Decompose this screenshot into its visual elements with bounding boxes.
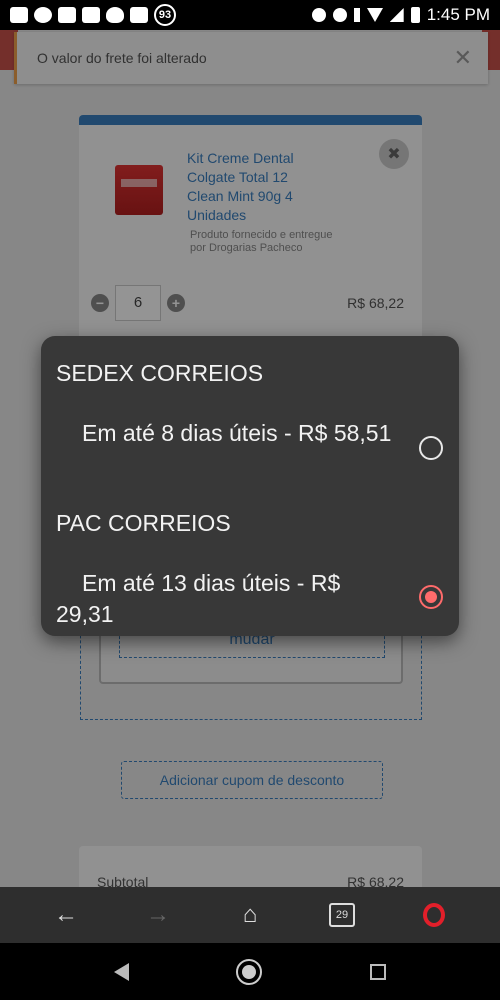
alarm-icon: [332, 8, 347, 22]
sedex-radio[interactable]: [419, 436, 443, 460]
news-icon: [58, 7, 76, 23]
usb-icon: [82, 7, 100, 23]
pac-radio-selected[interactable]: [419, 585, 443, 609]
sedex-option-label[interactable]: Em até 8 dias úteis - R$ 58,51: [56, 418, 396, 449]
nav-recent-apps-icon[interactable]: [370, 963, 387, 980]
shipping-options-dialog: SEDEX CORREIOS Em até 8 dias úteis - R$ …: [41, 336, 459, 636]
image-icon: [130, 7, 148, 23]
data-transfer-icon: [353, 8, 360, 22]
opera-menu-button[interactable]: [414, 895, 454, 935]
forward-arrow-icon[interactable]: →: [138, 895, 178, 935]
home-icon[interactable]: ⌂: [230, 895, 270, 935]
browser-toolbar: ← → ⌂ 29: [0, 887, 500, 943]
notification-icons: 93: [10, 4, 176, 26]
nav-back-icon[interactable]: [113, 962, 129, 981]
pac-group-title: PAC CORREIOS: [56, 510, 231, 536]
system-navigation-bar: [0, 943, 500, 1000]
opera-logo-icon: [423, 903, 445, 927]
notification-count-badge: 93: [154, 4, 176, 26]
system-icons: 1:45 PM: [311, 5, 490, 25]
back-arrow-icon[interactable]: ←: [46, 895, 86, 935]
whatsapp-icon: [34, 7, 52, 23]
nav-home-icon[interactable]: [236, 958, 263, 985]
battery-icon: [410, 7, 420, 23]
pac-option-label[interactable]: Em até 13 dias úteis - R$ 29,31: [56, 568, 396, 630]
sedex-group-title: SEDEX CORREIOS: [56, 360, 264, 386]
message-icon: [10, 7, 28, 23]
signal-icon: [389, 8, 404, 22]
tabs-count-icon: 29: [329, 903, 355, 927]
clock: 1:45 PM: [426, 5, 490, 24]
fire-icon: [106, 7, 124, 23]
tabs-button[interactable]: 29: [322, 895, 362, 935]
dnd-icon: [311, 8, 326, 22]
wifi-icon: [366, 8, 383, 22]
status-bar: 93 1:45 PM: [0, 0, 500, 30]
